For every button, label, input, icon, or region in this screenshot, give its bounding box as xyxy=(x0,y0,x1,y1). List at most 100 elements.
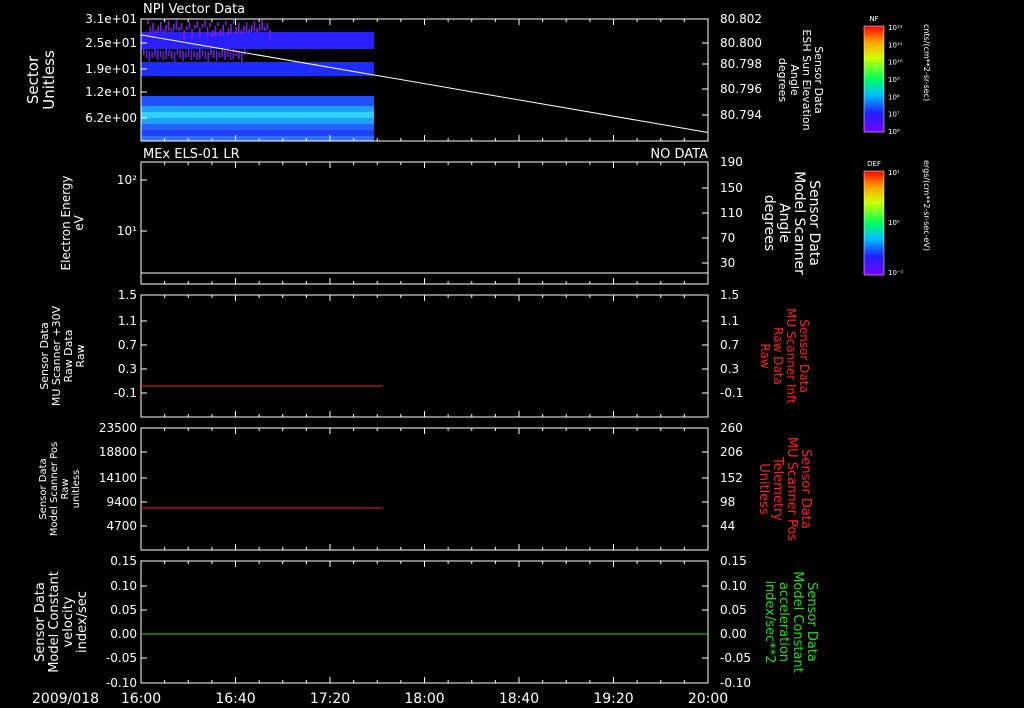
spectrogram-speckle xyxy=(225,21,227,25)
time-axis: 16:00 16:40 17:20 18:00 18:40 19:20 20:00 xyxy=(121,691,728,707)
panel-2: MEx ELS-01 LR NO DATA 10² 10¹ 190 150 110 70… xyxy=(117,147,743,285)
left-tick-label: -0.10 xyxy=(106,676,137,690)
left-axis-title: index/sec xyxy=(75,591,90,653)
colorbar-nf: NF 10¹² 10¹¹ 10¹⁰ 10⁹ 10⁸ 10⁷ 10⁶ cnts/(cm**2-… xyxy=(863,15,931,136)
spectrogram-speckle xyxy=(217,22,219,26)
right-tick-label: 1.1 xyxy=(720,314,739,328)
right-tick-label: 1.5 xyxy=(720,288,739,302)
right-axis-title: acceleration xyxy=(776,582,791,662)
right-tick-label: 0.05 xyxy=(720,603,747,617)
spectrogram-speckle xyxy=(193,25,196,29)
left-axis-title: eV xyxy=(72,214,86,230)
right-tick-label: 80.796 xyxy=(720,82,762,96)
right-tick-label: 0.15 xyxy=(720,554,747,568)
spectrogram-speckle xyxy=(162,29,165,33)
spectrogram-speckle xyxy=(188,22,191,29)
spectrogram-speckle xyxy=(209,23,211,27)
spectrogram-speckle xyxy=(151,52,153,58)
colorbar-tick-label: 10¹² xyxy=(888,24,903,32)
right-tick-label: -0.10 xyxy=(720,676,751,690)
spectrogram-speckle xyxy=(258,24,261,31)
left-axis-title: Sensor Data xyxy=(38,458,49,519)
spectrogram-speckle xyxy=(224,50,226,60)
spectrogram-speckle xyxy=(190,50,193,60)
colorbar-tick-label: 10⁹ xyxy=(888,76,900,84)
spectrogram-speckle xyxy=(178,27,180,31)
spectrogram-speckle xyxy=(173,24,175,31)
spectrogram-speckle xyxy=(191,29,193,39)
left-tick-label: 0.00 xyxy=(110,627,137,641)
spectrogram-speckle xyxy=(261,20,263,30)
time-tick-label: 18:00 xyxy=(404,691,444,707)
panel-1: NPI Vector Data 3.1e+01 2.5e+01 1.9e+01 1.2… xyxy=(85,2,762,142)
right-tick-label: 190 xyxy=(720,155,743,169)
spectrogram-speckle xyxy=(154,30,157,34)
colorbar-tick-label: 10⁶ xyxy=(888,128,900,136)
spectrogram-speckle xyxy=(222,25,224,35)
spectrogram-speckle xyxy=(157,50,159,60)
spectrogram-speckle xyxy=(196,52,198,60)
spectrogram-speckle xyxy=(214,26,217,36)
spectrogram-speckle xyxy=(148,51,151,61)
left-tick-label: 4700 xyxy=(106,519,137,533)
spectrogram-speckle xyxy=(212,30,214,37)
left-axis-title: Electron Energy xyxy=(59,175,73,270)
spectrogram-speckle xyxy=(248,29,250,33)
spectrogram-speckle xyxy=(157,26,159,33)
spectrogram-speckle xyxy=(165,25,167,32)
spectrogram-speckle xyxy=(207,52,209,62)
spectrogram-speckle xyxy=(182,51,184,61)
left-tick-label: 10¹ xyxy=(117,224,137,238)
spectrogram-speckle xyxy=(165,49,167,59)
right-tick-label: 110 xyxy=(720,206,743,220)
panel-5-frame xyxy=(140,560,709,684)
left-tick-label: 1.2e+01 xyxy=(85,85,137,99)
spectrogram-speckle xyxy=(215,51,218,61)
time-tick-label: 19:20 xyxy=(593,691,633,707)
spectrogram-speckle xyxy=(167,21,170,31)
spectrogram-speckle xyxy=(162,52,165,60)
right-tick-label: 206 xyxy=(720,445,743,459)
colorbar-tick-label: 10⁸ xyxy=(888,93,900,101)
left-tick-label: -0.1 xyxy=(114,386,137,400)
left-tick-label: 18800 xyxy=(99,445,137,459)
right-tick-label: 80.794 xyxy=(720,108,762,122)
left-tick-label: 0.05 xyxy=(110,603,137,617)
spectrogram-band xyxy=(141,136,374,141)
spectrogram-speckle xyxy=(154,49,156,57)
spectrogram-speckle xyxy=(243,26,245,33)
spectrogram-speckle xyxy=(227,51,229,57)
right-axis-title: Angle xyxy=(776,203,792,243)
time-tick-label: 20:00 xyxy=(688,691,728,707)
spectrogram-band xyxy=(141,130,374,136)
spectrogram-speckle xyxy=(160,22,162,32)
spectrogram-speckle xyxy=(193,51,195,57)
spectrogram-band xyxy=(141,118,374,124)
right-tick-label: 70 xyxy=(720,231,735,245)
spectrogram-band xyxy=(141,76,374,96)
right-axis-title: Sensor Data xyxy=(806,180,822,266)
left-axis-title: Model Constant xyxy=(47,571,62,673)
left-tick-label: 9400 xyxy=(106,495,137,509)
panel-4-frame xyxy=(140,427,709,551)
right-axis-title: degrees xyxy=(776,58,789,103)
spectrogram-speckle xyxy=(175,20,178,30)
spectrogram-speckle xyxy=(196,21,198,28)
right-tick-label: 98 xyxy=(720,495,735,509)
colorbar-def-unit: ergs/(cm**2-sr-sec-eV) xyxy=(922,160,931,251)
spectrogram-speckle xyxy=(213,50,215,58)
left-tick-label: 14100 xyxy=(99,471,137,485)
spectrogram-speckle xyxy=(218,52,221,58)
spectrogram-speckle xyxy=(149,27,152,34)
spectrogram-speckle xyxy=(180,23,183,30)
right-axis-title: MU Scanner Pos xyxy=(784,437,799,542)
spectrogram-speckle xyxy=(204,20,206,27)
right-axis-title: Sensor Data xyxy=(804,582,819,662)
right-tick-label: 150 xyxy=(720,181,743,195)
colorbar-tick-label: 10⁻¹ xyxy=(888,269,904,277)
right-axis-title: Sensor Data xyxy=(798,449,813,529)
colorbar-tick-label: 10¹¹ xyxy=(888,41,903,49)
left-tick-label: 1.1 xyxy=(118,314,137,328)
spectrogram-speckle xyxy=(201,50,204,56)
panel-2-title: MEx ELS-01 LR xyxy=(143,147,240,162)
